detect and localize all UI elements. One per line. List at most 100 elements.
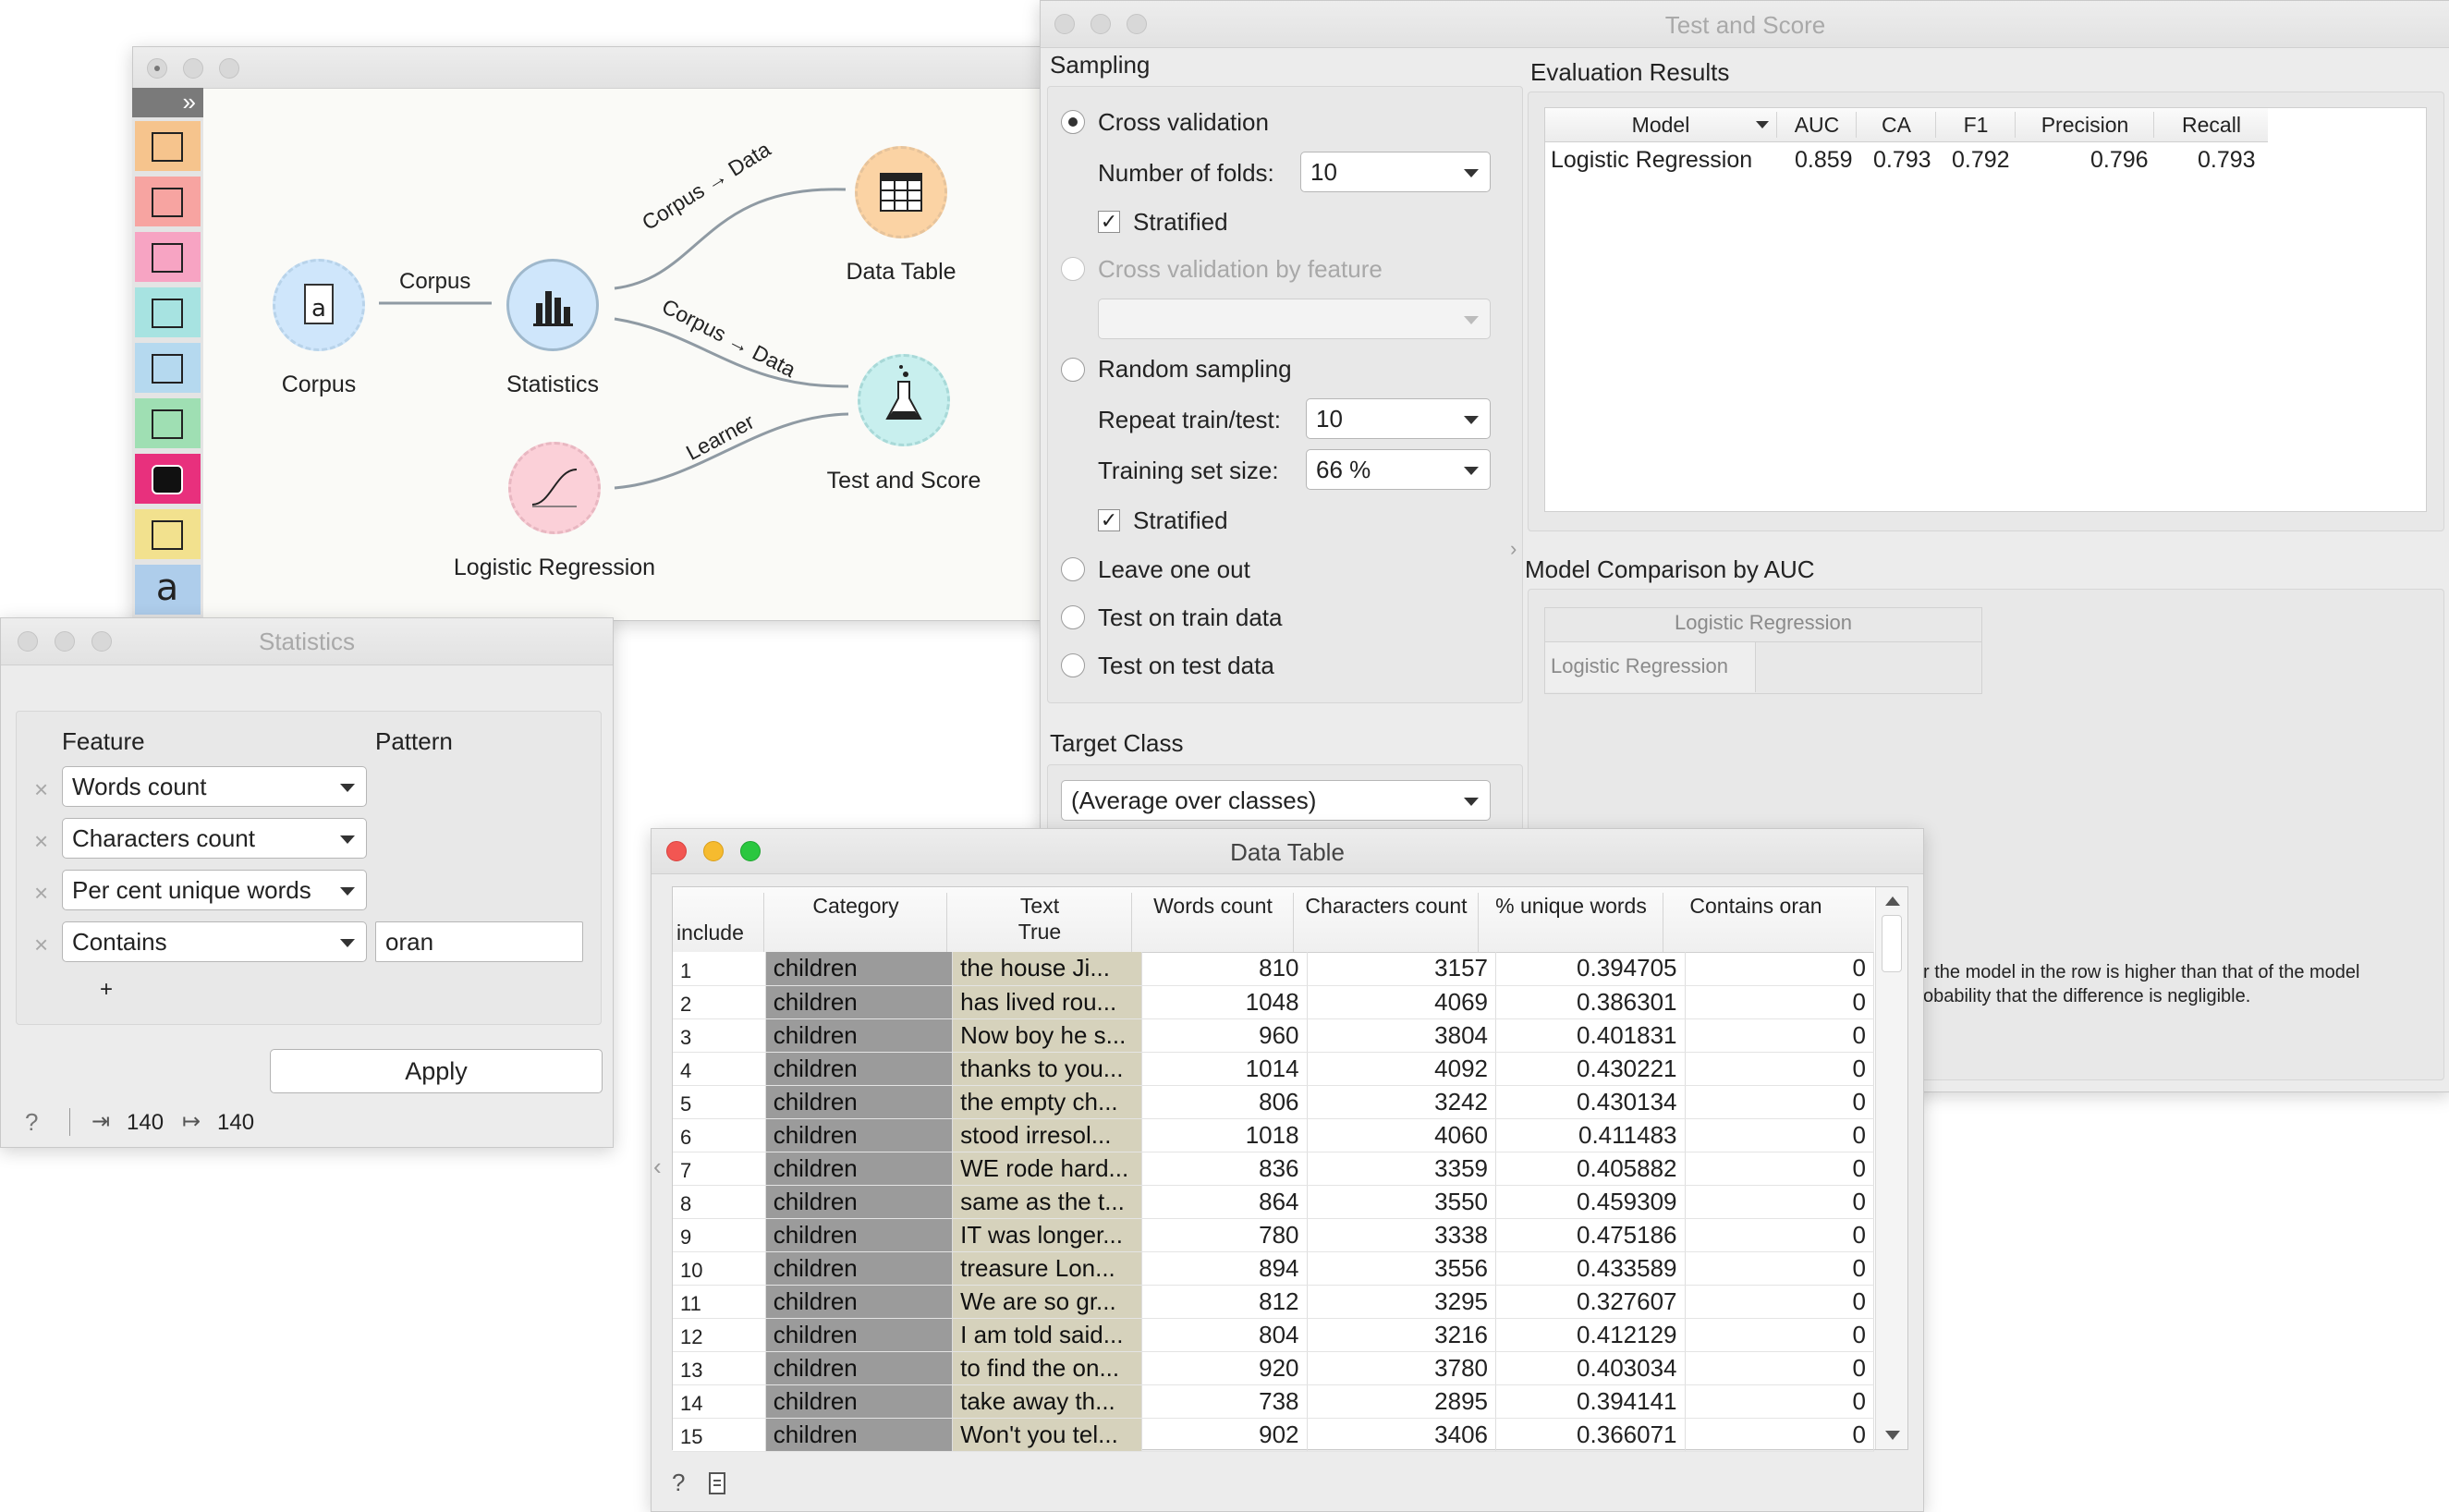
table-row[interactable]: 3 children Now boy he s... 960 3804 0.401831 0 [673, 1018, 1874, 1053]
collapse-handle[interactable]: › [1510, 537, 1517, 561]
table-row[interactable]: 11 children We are so gr... 812 3295 0.327607… [673, 1285, 1874, 1319]
pattern-input[interactable]: oran [375, 921, 583, 962]
feature-combo-1[interactable]: Words count [62, 766, 367, 807]
scroll-up-icon[interactable] [1885, 896, 1900, 906]
test-score-node[interactable] [858, 354, 950, 446]
comparison-cell [1756, 641, 1981, 692]
random-sampling-radio[interactable] [1061, 358, 1085, 382]
eval-header-ca[interactable]: CA [1856, 112, 1936, 138]
header-unique-words[interactable]: % unique words [1478, 893, 1663, 952]
statistics-node[interactable] [506, 259, 599, 351]
vertical-scrollbar[interactable] [1875, 887, 1907, 1449]
widget-sidebar: » a [132, 88, 203, 619]
table-row[interactable]: 5 children the empty ch... 806 3242 0.430134 0 [673, 1085, 1874, 1119]
remove-row-4-icon[interactable]: × [34, 931, 48, 959]
help-icon[interactable]: ? [672, 1469, 685, 1497]
table-row[interactable]: 10 children treasure Lon... 894 3556 0.433589… [673, 1251, 1874, 1286]
table-icon[interactable] [135, 121, 201, 173]
eval-header-f1[interactable]: F1 [1935, 112, 2016, 138]
remove-row-3-icon[interactable]: × [34, 879, 48, 908]
header-category[interactable]: Category [763, 893, 947, 952]
eval-header-model[interactable]: Model [1545, 112, 1776, 138]
table-row[interactable]: 1 children the house Ji... 810 3157 0.394705 0 [673, 952, 1874, 986]
apply-button[interactable]: Apply [270, 1049, 603, 1093]
logistic-regression-node[interactable] [508, 442, 601, 534]
test-test-radio[interactable] [1061, 653, 1085, 677]
table-row[interactable]: 7 children WE rode hard... 836 3359 0.405882 0 [673, 1152, 1874, 1186]
text-a-icon[interactable]: a [135, 565, 201, 616]
train-size-combo[interactable]: 66 % [1306, 449, 1491, 490]
stratified-checkbox[interactable]: ✓ [1098, 211, 1120, 233]
contains-oran-cell: 0 [1685, 1351, 1874, 1385]
sidebar-toggle-button[interactable]: » [132, 88, 203, 117]
camera-icon[interactable] [135, 454, 201, 506]
cv-by-feature-label: Cross validation by feature [1098, 255, 1383, 283]
contains-oran-cell: 0 [1685, 952, 1874, 986]
digger-icon[interactable] [135, 398, 201, 450]
header-words-count[interactable]: Words count [1131, 893, 1294, 952]
tree-icon[interactable] [135, 232, 201, 284]
category-cell: children [765, 1085, 954, 1119]
eval-header-precision[interactable]: Precision [2015, 112, 2154, 138]
header-text[interactable]: Text True [946, 893, 1132, 952]
leave-one-out-radio[interactable] [1061, 557, 1085, 581]
words-count-cell: 812 [1141, 1285, 1308, 1319]
report-icon[interactable] [709, 1472, 725, 1494]
cluster-icon[interactable] [135, 343, 201, 395]
table-row[interactable]: 15 children Won't you tel... 902 3406 0.36607… [673, 1418, 1874, 1452]
cluster-icon-glyph [152, 354, 183, 384]
target-class-combo[interactable]: (Average over classes) [1061, 780, 1491, 821]
header-contains-oran[interactable]: Contains oran [1663, 893, 1848, 952]
contains-oran-cell: 0 [1685, 1384, 1874, 1419]
collapse-left-handle[interactable]: ‹ [653, 1152, 662, 1181]
table-row[interactable]: 12 children I am told said... 804 3216 0.4121… [673, 1318, 1874, 1352]
eval-header-recall[interactable]: Recall [2153, 112, 2269, 138]
cross-validation-radio[interactable] [1061, 110, 1085, 134]
corpus-node[interactable]: a [273, 259, 365, 351]
words-count-cell: 960 [1141, 1018, 1308, 1053]
data-table-window: Data Table include Category Text True Wo… [651, 828, 1924, 1512]
table-row[interactable]: 4 children thanks to you... 1014 4092 0.43022… [673, 1052, 1874, 1086]
folds-combo[interactable]: 10 [1300, 152, 1491, 192]
table-row[interactable]: 13 children to find the on... 920 3780 0.4030… [673, 1351, 1874, 1385]
row-index: 1 [673, 952, 766, 986]
table-row[interactable]: 8 children same as the t... 864 3550 0.459309… [673, 1185, 1874, 1219]
table-row[interactable]: 9 children IT was longer... 780 3338 0.475186… [673, 1218, 1874, 1252]
table-row[interactable]: 14 children take away th... 738 2895 0.394141… [673, 1384, 1874, 1419]
repeat-combo[interactable]: 10 [1306, 398, 1491, 439]
svg-text:a: a [311, 295, 326, 323]
feature-combo-3[interactable]: Per cent unique words [62, 870, 367, 910]
header-characters-count[interactable]: Characters count [1293, 893, 1479, 952]
table-row[interactable]: 2 children has lived rou... 1048 4069 0.38630… [673, 985, 1874, 1019]
words-count-cell: 738 [1141, 1384, 1308, 1419]
stratified2-checkbox[interactable]: ✓ [1098, 509, 1120, 531]
scroll-down-icon[interactable] [1885, 1431, 1900, 1440]
test-train-radio[interactable] [1061, 605, 1085, 629]
scroll-thumb[interactable] [1882, 915, 1902, 972]
pattern-value: oran [385, 928, 434, 956]
help-icon[interactable]: ? [25, 1108, 38, 1137]
image-icon[interactable] [135, 509, 201, 561]
row-index: 2 [673, 985, 766, 1019]
category-cell: children [765, 1118, 954, 1152]
add-row-button[interactable]: + [100, 977, 113, 1003]
eval-header-auc[interactable]: AUC [1776, 112, 1857, 138]
cv-by-feature-radio[interactable] [1061, 257, 1085, 281]
characters-count-cell: 3780 [1307, 1351, 1497, 1385]
scatter-plot-icon[interactable] [135, 177, 201, 228]
data-table-node[interactable] [855, 146, 947, 238]
remove-row-1-icon[interactable]: × [34, 775, 48, 804]
row-index: 6 [673, 1118, 766, 1152]
table-row[interactable]: 6 children stood irresol... 1018 4060 0.41148… [673, 1118, 1874, 1152]
close-button[interactable] [147, 58, 167, 79]
feature-combo[interactable] [1098, 299, 1491, 339]
maximize-button[interactable] [219, 58, 239, 79]
test-score-icon[interactable] [135, 287, 201, 339]
characters-count-cell: 3406 [1307, 1418, 1497, 1452]
remove-row-2-icon[interactable]: × [34, 827, 48, 856]
minimize-button[interactable] [183, 58, 203, 79]
contains-oran-cell: 0 [1685, 1118, 1874, 1152]
feature-combo-4[interactable]: Contains [62, 921, 367, 962]
feature-combo-2[interactable]: Characters count [62, 818, 367, 859]
words-count-cell: 864 [1141, 1185, 1308, 1219]
